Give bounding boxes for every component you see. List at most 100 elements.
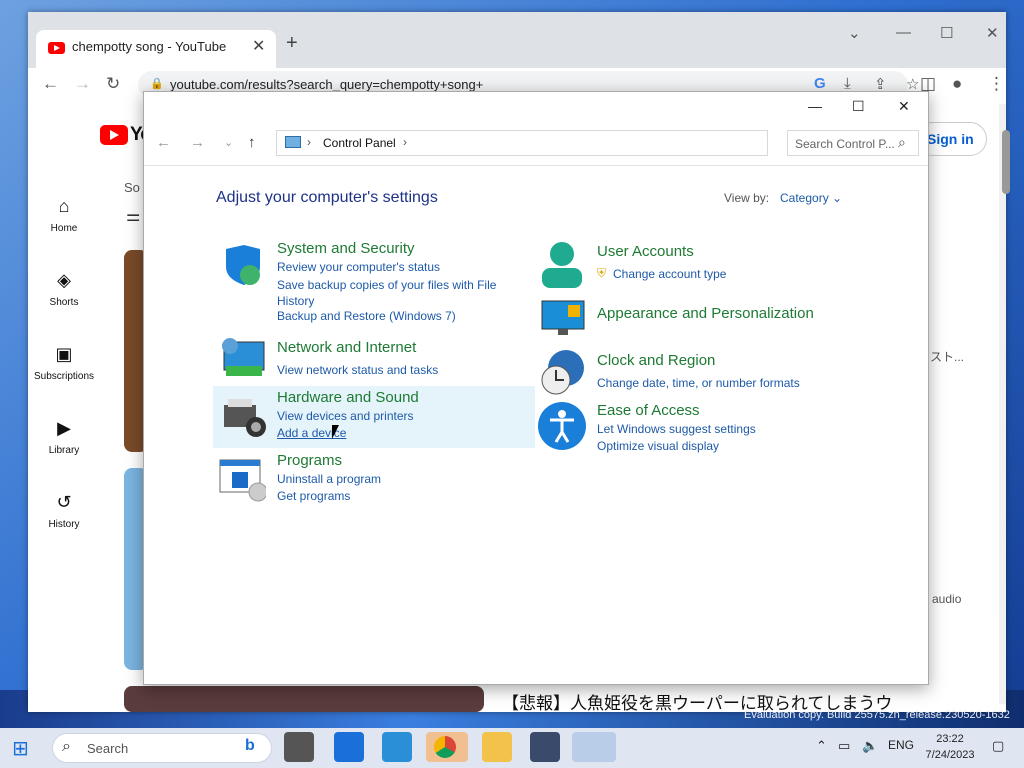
maximize-icon[interactable]: ☐	[940, 24, 953, 42]
category-link[interactable]: Change date, time, or number formats	[597, 376, 800, 390]
evaluation-watermark: Evaluation copy. Build 25575.zn_release.…	[744, 709, 1010, 721]
category-link[interactable]: View network status and tasks	[277, 363, 438, 377]
page-scrollbar[interactable]	[999, 104, 1006, 704]
taskbar-search[interactable]: ⌕ Search b	[52, 733, 272, 763]
language-indicator[interactable]: ENG	[888, 738, 914, 752]
volume-icon[interactable]: 🔈	[862, 738, 878, 754]
category-link[interactable]: Let Windows suggest settings	[597, 422, 756, 436]
back-icon[interactable]: ←	[42, 74, 59, 94]
shield-icon-svg	[226, 245, 260, 285]
reload-icon[interactable]: ↻	[106, 74, 120, 94]
store-icon[interactable]	[334, 732, 364, 762]
google-icon[interactable]: G	[814, 75, 826, 92]
video-thumbnail[interactable]	[124, 686, 484, 712]
accessibility-icon-svg	[538, 402, 586, 450]
category-title[interactable]: Network and Internet	[277, 339, 416, 356]
subscriptions-icon: ▣	[55, 344, 73, 364]
category-title[interactable]: Ease of Access	[597, 402, 700, 419]
clock[interactable]: 23:22 7/24/2023	[920, 731, 980, 763]
date: 7/24/2023	[925, 749, 975, 761]
sidebar-item-shorts[interactable]: ◈ Shorts	[28, 270, 100, 308]
minimize-icon[interactable]: —	[896, 24, 911, 41]
filter-icon[interactable]: ⚌	[126, 206, 140, 226]
breadcrumb[interactable]: Control Panel	[323, 136, 396, 150]
navigation-bar: ← → ⌄ ↑ › Control Panel › ⌄ ↻ Search Con…	[144, 122, 928, 166]
category-title[interactable]: System and Security	[277, 240, 415, 257]
tab-search-chevron-icon[interactable]: ⌄	[848, 24, 861, 42]
youtube-sidebar: ⌂ Home ◈ Shorts ▣ Subscriptions ▶ Library ↺ H…	[28, 104, 100, 704]
browser-tab[interactable]: chempotty song - YouTube ✕	[36, 30, 276, 68]
clock-icon-svg	[541, 350, 584, 395]
menu-icon[interactable]: ⋮	[988, 74, 1005, 94]
maximize-icon[interactable]: ☐	[852, 98, 865, 115]
category-link[interactable]: Get programs	[277, 489, 350, 503]
breadcrumb-separator-icon[interactable]: ›	[403, 135, 407, 149]
tray-chevron-icon[interactable]: ⌃	[816, 738, 827, 754]
install-icon[interactable]: ⤓	[844, 75, 851, 92]
keyboard-app-icon[interactable]	[382, 732, 412, 762]
sidebar-item-subscriptions[interactable]: ▣ Subscriptions	[28, 344, 100, 382]
notification-icon[interactable]: ▢	[992, 738, 1004, 754]
lock-icon[interactable]: 🔒	[150, 77, 164, 90]
task-view-icon[interactable]	[284, 732, 314, 762]
printer-icon-svg	[224, 399, 266, 437]
view-by-dropdown[interactable]: Category ⌄	[780, 191, 842, 205]
close-icon[interactable]: ✕	[986, 24, 999, 42]
user-accounts-icon	[540, 240, 584, 288]
back-icon[interactable]: ←	[156, 134, 171, 151]
category-link[interactable]: Change account type	[613, 267, 726, 281]
recent-locations-icon[interactable]: ⌄	[224, 136, 233, 149]
forward-icon[interactable]: →	[190, 134, 205, 151]
sidebar-label: Shorts	[49, 297, 79, 308]
network-icon	[218, 336, 266, 380]
sidebar-label: Library	[48, 445, 80, 456]
start-icon[interactable]: ⊞	[12, 736, 29, 761]
category-link[interactable]: Save backup copies of your files with Fi…	[277, 277, 513, 309]
up-icon[interactable]: ↑	[248, 134, 256, 151]
category-link[interactable]: View devices and printers	[277, 409, 414, 423]
file-explorer-icon[interactable]	[482, 732, 512, 762]
youtube-favicon-icon	[48, 42, 65, 54]
history-icon: ↺	[56, 492, 72, 512]
category-title[interactable]: User Accounts	[597, 243, 694, 260]
network-icon-svg	[222, 338, 265, 376]
category-link[interactable]: Backup and Restore (Windows 7)	[277, 309, 456, 323]
category-title[interactable]: Programs	[277, 452, 342, 469]
time: 23:22	[936, 733, 964, 745]
tab-close-icon[interactable]: ✕	[252, 36, 265, 56]
minimize-icon[interactable]: —	[808, 98, 822, 114]
profile-icon[interactable]: ●	[952, 74, 962, 94]
scrollbar-thumb[interactable]	[1002, 130, 1010, 194]
view-by-label: View by:	[724, 191, 770, 205]
category-link[interactable]: Optimize visual display	[597, 439, 719, 453]
taskbar-search-text: Search	[87, 741, 129, 756]
category-link[interactable]: Uninstall a program	[277, 472, 381, 486]
tab-title: chempotty song - YouTube	[72, 39, 227, 54]
close-icon[interactable]: ✕	[898, 98, 910, 115]
sidebar-item-library[interactable]: ▶ Library	[28, 418, 100, 456]
shield-icon	[220, 243, 264, 287]
network-tray-icon[interactable]: ▭	[838, 738, 850, 754]
control-panel-taskbar-icon[interactable]	[572, 732, 616, 762]
category-link[interactable]: Review your computer's status	[277, 260, 440, 274]
new-tab-icon[interactable]: +	[286, 32, 298, 55]
forward-icon[interactable]: →	[74, 74, 91, 94]
search-icon[interactable]: ⌕	[898, 134, 906, 151]
category-title[interactable]: Hardware and Sound	[277, 389, 419, 406]
address-bar[interactable]: › Control Panel › ⌄ ↻	[276, 130, 897, 156]
search-input[interactable]: Search Control P... ⌕	[787, 130, 919, 156]
printer-icon	[218, 395, 266, 439]
bing-icon[interactable]: b	[245, 737, 255, 755]
chrome-icon[interactable]	[426, 732, 468, 762]
youtube-logo-icon[interactable]	[100, 125, 128, 145]
category-title[interactable]: Clock and Region	[597, 352, 715, 369]
clock-icon	[538, 348, 588, 398]
notes-app-icon[interactable]	[530, 732, 560, 762]
sidebar-item-history[interactable]: ↺ History	[28, 492, 100, 530]
search-icon: ⌕	[62, 738, 71, 755]
breadcrumb-separator-icon[interactable]: ›	[307, 135, 311, 149]
sidebar-item-home[interactable]: ⌂ Home	[28, 196, 100, 234]
view-by-value: Category	[780, 191, 829, 205]
search-placeholder: Search Control P...	[795, 137, 895, 151]
category-title[interactable]: Appearance and Personalization	[597, 305, 814, 322]
